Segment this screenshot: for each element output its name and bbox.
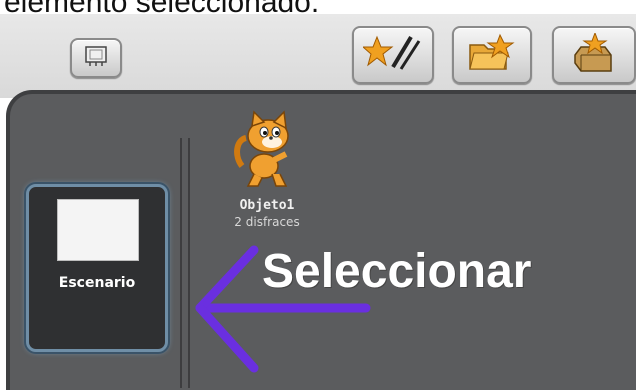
surprise-sprite-button[interactable] (552, 26, 636, 84)
sprite-thumbnail[interactable]: Objeto1 2 disfraces (212, 110, 322, 240)
paint-new-sprite-button[interactable] (352, 26, 434, 84)
surprise-sprite-icon (569, 31, 619, 78)
stage-preview (57, 199, 139, 261)
presentation-mode-icon (83, 44, 109, 73)
annotation-label: Seleccionar (262, 245, 532, 298)
sprite-costume-count: 2 disfraces (234, 215, 300, 229)
paint-new-sprite-icon (361, 33, 423, 78)
choose-sprite-from-file-icon (464, 33, 520, 78)
toolbar (0, 14, 636, 98)
presentation-mode-button[interactable] (70, 38, 122, 78)
cat-sprite-icon (234, 110, 300, 197)
choose-sprite-from-file-button[interactable] (452, 26, 532, 84)
sprite-name: Objeto1 (239, 198, 295, 213)
stage-thumbnail[interactable]: Escenario (26, 184, 168, 352)
stage-label: Escenario (58, 275, 136, 291)
